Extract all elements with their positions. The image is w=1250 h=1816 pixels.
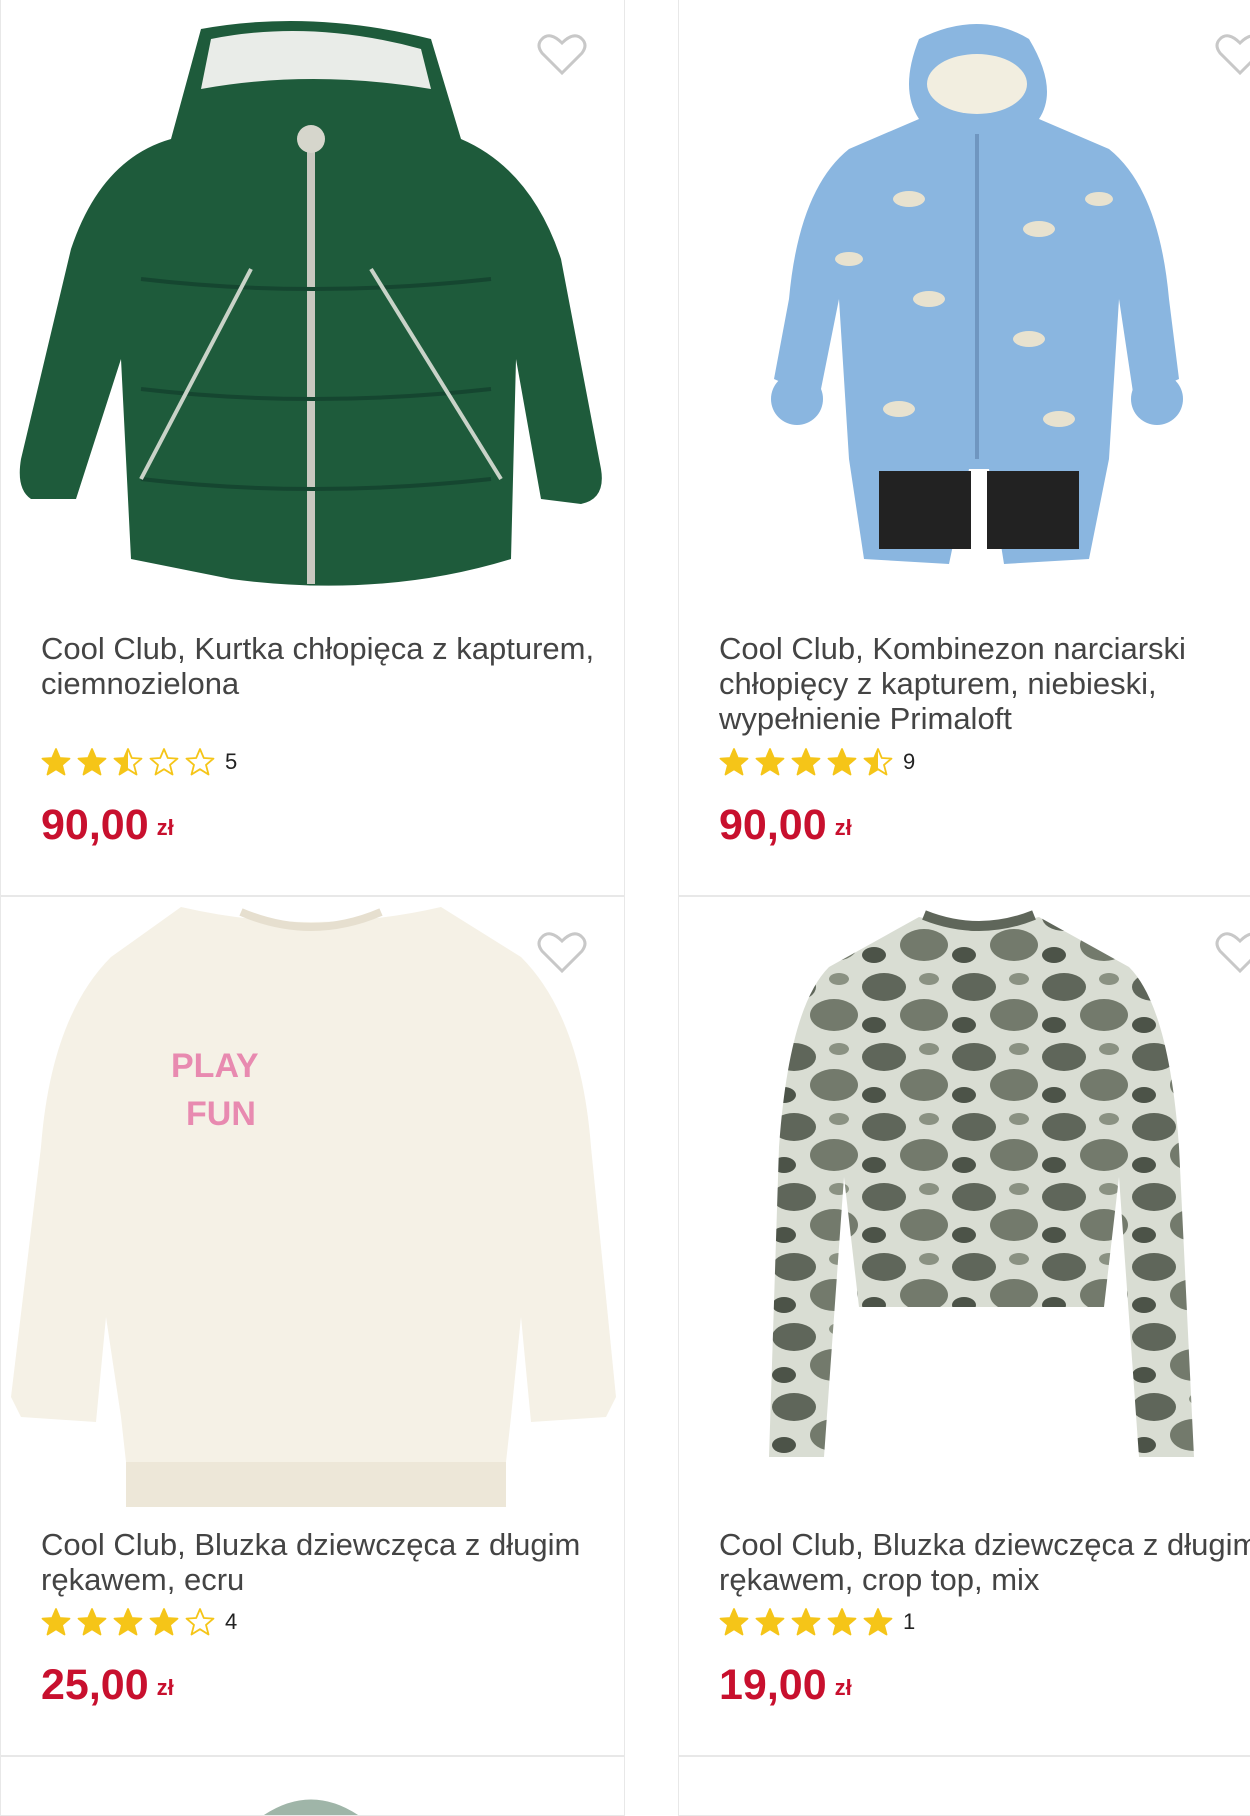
star-icon xyxy=(827,1608,857,1636)
product-title[interactable]: Cool Club, Bluzka dziewczęca z długim rę… xyxy=(41,1527,601,1597)
price-value: 90,00 xyxy=(41,801,149,849)
review-count: 9 xyxy=(903,749,916,774)
favorite-heart-icon[interactable] xyxy=(1214,31,1250,77)
review-count: 1 xyxy=(903,1609,916,1634)
price-value: 90,00 xyxy=(719,801,827,849)
star-icon xyxy=(185,748,215,776)
star-icon xyxy=(113,748,143,776)
product-card[interactable] xyxy=(0,1756,625,1816)
rating-stars: 1 xyxy=(719,1607,915,1637)
product-card[interactable]: PLAY FUN Cool Club, Bluzka dziewczęca z … xyxy=(0,896,625,1756)
product-title[interactable]: Cool Club, Bluzka dziewczęca z długim rę… xyxy=(719,1527,1250,1597)
star-icon xyxy=(77,1608,107,1636)
rating-stars: 4 xyxy=(41,1607,237,1637)
star-icon xyxy=(791,748,821,776)
product-image[interactable] xyxy=(1,1757,625,1816)
svg-text:FUN: FUN xyxy=(186,1095,256,1133)
price-currency: zł xyxy=(834,1675,852,1700)
price-value: 25,00 xyxy=(41,1661,149,1709)
product-card[interactable]: Cool Club, Kurtka chłopięca z kapturem, … xyxy=(0,0,625,896)
favorite-heart-icon[interactable] xyxy=(1214,929,1250,975)
star-icon xyxy=(719,1608,749,1636)
product-image[interactable] xyxy=(679,0,1250,619)
star-icon xyxy=(185,1608,215,1636)
product-title[interactable]: Cool Club, Kurtka chłopięca z kapturem, … xyxy=(41,631,601,701)
favorite-heart-icon[interactable] xyxy=(536,929,588,975)
rating-stars: 9 xyxy=(719,747,915,777)
price-currency: zł xyxy=(156,1675,174,1700)
product-card[interactable] xyxy=(678,1756,1250,1816)
price-currency: zł xyxy=(834,815,852,840)
favorite-heart-icon[interactable] xyxy=(536,31,588,77)
price-currency: zł xyxy=(156,815,174,840)
price-value: 19,00 xyxy=(719,1661,827,1709)
star-icon xyxy=(719,748,749,776)
review-count: 5 xyxy=(225,749,238,774)
product-price: 19,00 zł xyxy=(719,1661,852,1710)
product-price: 90,00 zł xyxy=(41,801,174,850)
star-icon xyxy=(863,1608,893,1636)
star-icon xyxy=(41,748,71,776)
product-image[interactable]: PLAY FUN xyxy=(1,897,625,1517)
product-price: 90,00 zł xyxy=(719,801,852,850)
product-image[interactable] xyxy=(1,0,625,619)
star-icon xyxy=(791,1608,821,1636)
star-icon xyxy=(149,748,179,776)
star-icon xyxy=(863,748,893,776)
star-icon xyxy=(755,1608,785,1636)
product-card[interactable]: Cool Club, Kombinezon narciarski chłopię… xyxy=(678,0,1250,896)
product-price: 25,00 zł xyxy=(41,1661,174,1710)
review-count: 4 xyxy=(225,1609,238,1634)
star-icon xyxy=(41,1608,71,1636)
product-title[interactable]: Cool Club, Kombinezon narciarski chłopię… xyxy=(719,631,1249,736)
star-icon xyxy=(113,1608,143,1636)
star-icon xyxy=(77,748,107,776)
rating-stars: 5 xyxy=(41,747,237,777)
svg-text:PLAY: PLAY xyxy=(171,1047,259,1085)
star-icon xyxy=(149,1608,179,1636)
star-icon xyxy=(827,748,857,776)
product-image[interactable] xyxy=(679,897,1250,1517)
star-icon xyxy=(755,748,785,776)
product-card[interactable]: Cool Club, Bluzka dziewczęca z długim rę… xyxy=(678,896,1250,1756)
